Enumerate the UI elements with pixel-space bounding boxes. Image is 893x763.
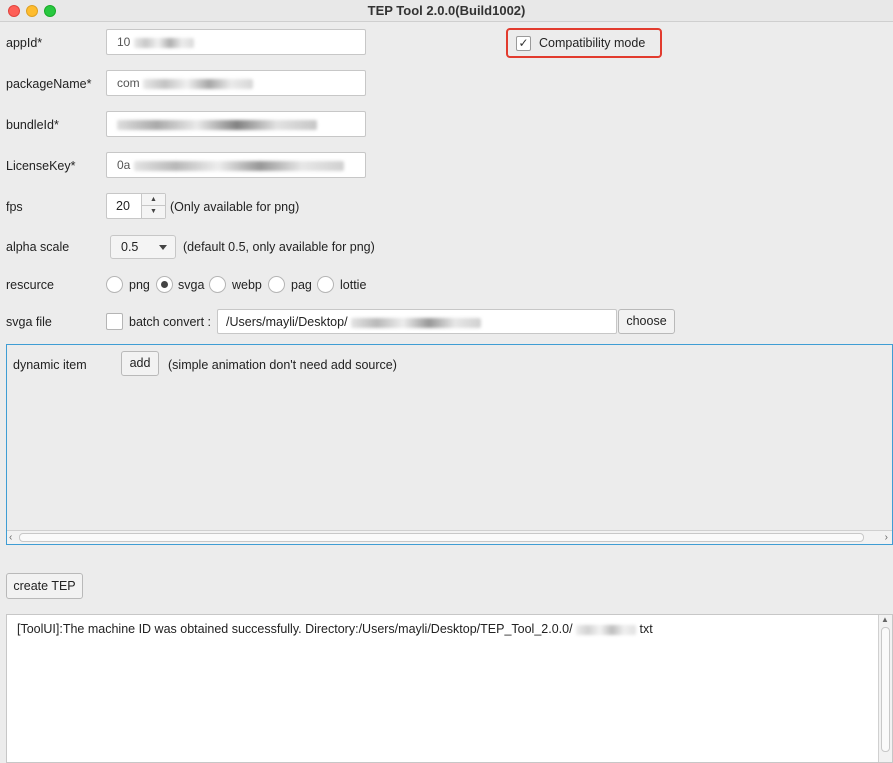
redacted-text (351, 317, 482, 328)
check-icon: ✓ (516, 36, 531, 51)
radio-pag[interactable] (268, 276, 285, 293)
log-line-text: [ToolUI]:The machine ID was obtained suc… (17, 622, 573, 636)
bundleid-label: bundleId* (6, 118, 59, 132)
redacted-text (133, 160, 344, 171)
horizontal-scrollbar[interactable]: ‹ › (7, 530, 892, 544)
create-tep-button[interactable]: create TEP (6, 573, 83, 599)
svga-path-value: /Users/mayli/Desktop/ (226, 315, 348, 329)
fps-note: (Only available for png) (170, 200, 300, 214)
log-line: [ToolUI]:The machine ID was obtained suc… (17, 622, 653, 636)
scroll-left-icon[interactable]: ‹ (9, 531, 12, 544)
licensekey-field[interactable]: 0a (106, 152, 366, 178)
appid-value: 10 (117, 35, 131, 49)
add-button[interactable]: add (121, 351, 159, 376)
redacted-text (117, 119, 317, 130)
redacted-text (143, 78, 254, 89)
radio-lottie-label: lottie (340, 278, 367, 292)
radio-lottie[interactable] (317, 276, 334, 293)
radio-webp-label: webp (232, 278, 262, 292)
batch-convert-label: batch convert : (129, 315, 211, 329)
packagename-value: com (117, 76, 140, 90)
batch-convert-checkbox[interactable] (106, 313, 123, 330)
spinner-up-icon[interactable]: ▲ (142, 194, 165, 206)
spinner-down-icon[interactable]: ▼ (142, 206, 165, 218)
choose-button[interactable]: choose (618, 309, 675, 334)
licensekey-value: 0a (117, 158, 131, 172)
svga-file-label: svga file (6, 315, 52, 329)
svga-path-field[interactable]: /Users/mayli/Desktop/ (217, 309, 617, 334)
resource-label: rescurce (6, 278, 54, 292)
dynamic-item-note: (simple animation don't need add source) (168, 358, 397, 372)
radio-pag-label: pag (291, 278, 312, 292)
alpha-scale-value: 0.5 (121, 240, 139, 254)
alpha-scale-note: (default 0.5, only available for png) (183, 240, 375, 254)
chevron-down-icon (159, 245, 167, 250)
alpha-scale-label: alpha scale (6, 240, 70, 254)
radio-svga-label: svga (178, 278, 205, 292)
scroll-up-icon[interactable]: ▲ (881, 615, 889, 624)
radio-webp[interactable] (209, 276, 226, 293)
compatibility-mode-checkbox[interactable]: ✓ Compatibility mode (506, 28, 662, 58)
bundleid-field[interactable] (106, 111, 366, 137)
fps-spinner-arrows: ▲ ▼ (141, 194, 165, 218)
vertical-scroll-thumb[interactable] (881, 627, 890, 752)
dynamic-item-panel: dynamic item add (simple animation don't… (6, 344, 893, 545)
radio-svga[interactable] (156, 276, 173, 293)
redacted-text (133, 37, 194, 48)
log-line-end: txt (639, 622, 653, 636)
radio-png-label: png (129, 278, 150, 292)
appid-field[interactable]: 10 (106, 29, 366, 55)
packagename-label: packageName* (6, 77, 92, 91)
log-area[interactable]: [ToolUI]:The machine ID was obtained suc… (6, 614, 893, 763)
redacted-text (576, 624, 637, 635)
fps-label: fps (6, 200, 23, 214)
packagename-field[interactable]: com (106, 70, 366, 96)
vertical-scrollbar[interactable]: ▲ (878, 615, 892, 762)
fps-spinner[interactable]: 20 ▲ ▼ (106, 193, 166, 219)
appid-label: appId* (6, 36, 43, 50)
fps-value: 20 (116, 199, 130, 213)
alpha-scale-select[interactable]: 0.5 (110, 235, 176, 259)
radio-png[interactable] (106, 276, 123, 293)
licensekey-label: LicenseKey* (6, 159, 76, 173)
scroll-right-icon[interactable]: › (885, 531, 888, 544)
dynamic-item-label: dynamic item (13, 358, 87, 372)
horizontal-scroll-thumb[interactable] (19, 533, 864, 542)
title-bar: TEP Tool 2.0.0(Build1002) (0, 0, 893, 22)
compatibility-mode-label: Compatibility mode (539, 36, 646, 50)
window-title: TEP Tool 2.0.0(Build1002) (367, 3, 526, 18)
